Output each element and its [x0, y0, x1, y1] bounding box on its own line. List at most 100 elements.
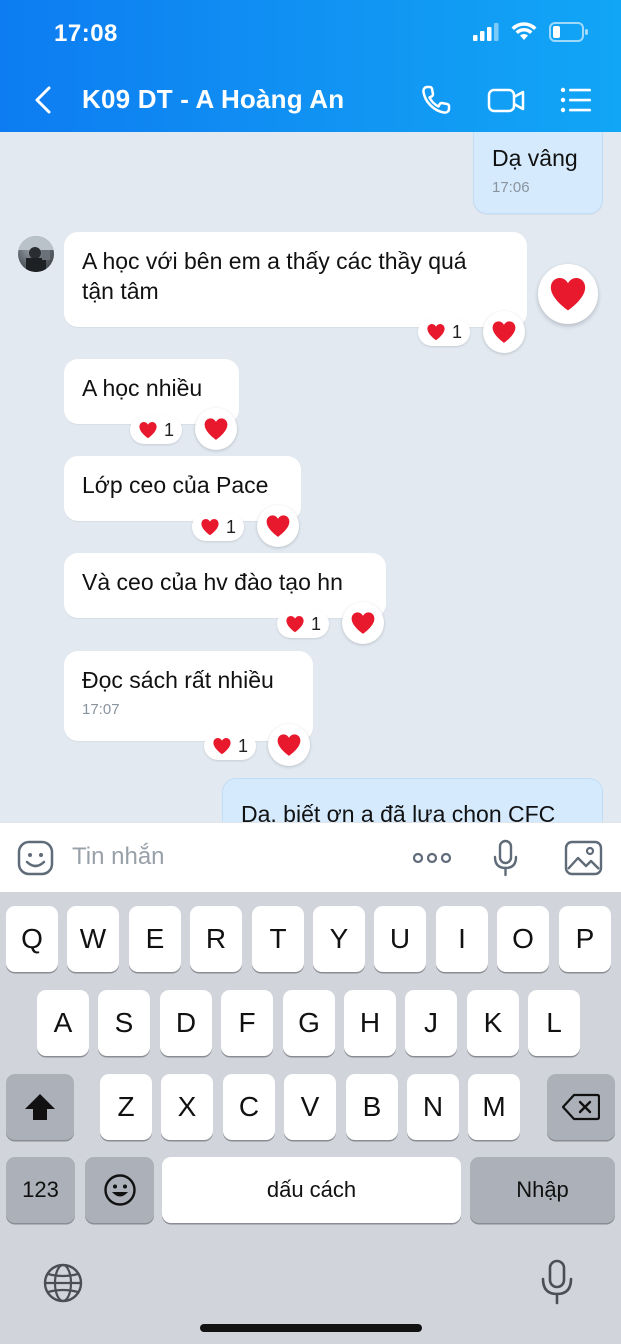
reaction-count: 1	[164, 419, 175, 440]
status-time: 17:08	[54, 20, 118, 47]
react-heart-button[interactable]	[195, 408, 237, 450]
react-heart-button[interactable]	[342, 602, 384, 644]
key-m[interactable]: M	[468, 1074, 520, 1140]
heart-icon	[204, 418, 228, 440]
reaction-count: 1	[238, 735, 249, 756]
message-bubble-mine[interactable]: Dạ, biết ơn a đã lựa chọn CFC	[222, 778, 603, 822]
message-time: 17:06	[492, 179, 530, 196]
message-text: Dạ, biết ơn a đã lựa chọn CFC	[241, 801, 556, 822]
microphone-icon[interactable]	[486, 839, 526, 877]
sticker-icon[interactable]	[16, 839, 56, 877]
avatar[interactable]	[18, 236, 54, 272]
heart-icon	[351, 612, 375, 634]
heart-icon	[213, 737, 231, 755]
reaction-count-badge[interactable]: 1	[418, 318, 471, 346]
chevron-left-icon[interactable]	[30, 84, 58, 116]
status-icons	[473, 22, 589, 42]
title-row: K09 DT - A Hoàng An	[0, 76, 621, 124]
backspace-key[interactable]	[547, 1074, 615, 1140]
globe-icon[interactable]	[42, 1262, 84, 1304]
key-w[interactable]: W	[67, 906, 119, 972]
reaction-count-badge[interactable]: 1	[277, 610, 330, 638]
chat-header: 17:08 K09 DT - A Hoàng An	[0, 0, 621, 132]
signal-icon	[473, 23, 499, 41]
shift-arrow-icon	[25, 1094, 55, 1120]
key-g[interactable]: G	[283, 990, 335, 1056]
key-n[interactable]: N	[407, 1074, 459, 1140]
heart-icon	[201, 518, 219, 536]
image-icon[interactable]	[564, 839, 604, 877]
key-s[interactable]: S	[98, 990, 150, 1056]
key-j[interactable]: J	[405, 990, 457, 1056]
dictation-mic-icon[interactable]	[538, 1258, 576, 1306]
heart-icon	[277, 734, 301, 756]
battery-icon	[549, 22, 588, 42]
react-heart-button[interactable]	[483, 311, 525, 353]
reaction-count: 1	[311, 613, 322, 634]
message-bubble[interactable]: A học với bên em a thấy các thầy quá tận…	[64, 232, 527, 327]
key-x[interactable]: X	[161, 1074, 213, 1140]
key-b[interactable]: B	[346, 1074, 398, 1140]
return-key[interactable]: Nhập	[470, 1157, 615, 1223]
key-f[interactable]: F	[221, 990, 273, 1056]
heart-icon	[139, 421, 157, 439]
emoji-key[interactable]	[85, 1157, 154, 1223]
message-bubble-mine[interactable]: Dạ vâng 17:06	[473, 132, 603, 214]
message-input-bar: Tin nhắn	[0, 822, 621, 892]
message-time: 17:07	[82, 701, 120, 718]
menu-list-icon[interactable]	[556, 82, 596, 118]
react-heart-button[interactable]	[257, 505, 299, 547]
key-z[interactable]: Z	[100, 1074, 152, 1140]
react-heart-button[interactable]	[268, 724, 310, 766]
emoji-icon	[103, 1174, 136, 1206]
reaction-count-badge[interactable]: 1	[192, 513, 245, 541]
reaction-count-badge[interactable]: 1	[130, 416, 183, 444]
message-text-line: tận tâm	[82, 278, 159, 304]
message-bubble[interactable]: Và ceo của hv đào tạo hn	[64, 553, 386, 618]
key-e[interactable]: E	[129, 906, 181, 972]
reaction-picker-heart[interactable]	[538, 264, 598, 324]
key-t[interactable]: T	[252, 906, 304, 972]
key-h[interactable]: H	[344, 990, 396, 1056]
key-p[interactable]: P	[559, 906, 611, 972]
avatar-photo	[18, 236, 54, 272]
key-a[interactable]: A	[37, 990, 89, 1056]
chat-area[interactable]: Dạ vâng 17:06 A học với bên em a thấy cá…	[0, 132, 621, 822]
key-q[interactable]: Q	[6, 906, 58, 972]
key-i[interactable]: I	[436, 906, 488, 972]
video-call-icon[interactable]	[486, 82, 526, 118]
phone-icon[interactable]	[418, 82, 458, 118]
message-text: A học nhiều	[82, 375, 203, 401]
reaction-count: 1	[226, 516, 237, 537]
message-text: Dạ vâng	[492, 145, 578, 171]
heart-icon	[492, 321, 516, 343]
space-key[interactable]: dấu cách	[162, 1157, 461, 1223]
heart-icon	[266, 515, 290, 537]
message-text-line: A học với bên em a thấy các thầy quá	[82, 248, 467, 274]
more-options-icon[interactable]	[411, 839, 453, 877]
backspace-icon	[562, 1093, 600, 1121]
key-c[interactable]: C	[223, 1074, 275, 1140]
keyboard: QWERTYUIOP ASDFGHJKL ZXCVBNM 123 dấu các…	[0, 892, 621, 1344]
key-k[interactable]: K	[467, 990, 519, 1056]
reaction-count: 1	[452, 321, 463, 342]
heart-icon	[427, 323, 445, 341]
numbers-key[interactable]: 123	[6, 1157, 75, 1223]
message-input[interactable]: Tin nhắn	[72, 843, 165, 871]
wifi-icon	[511, 22, 537, 40]
key-r[interactable]: R	[190, 906, 242, 972]
home-indicator	[200, 1324, 422, 1332]
message-text: Lớp ceo của Pace	[82, 472, 269, 498]
reaction-count-badge[interactable]: 1	[204, 732, 257, 760]
message-text: Và ceo của hv đào tạo hn	[82, 569, 343, 595]
chat-title[interactable]: K09 DT - A Hoàng An	[82, 84, 344, 115]
key-y[interactable]: Y	[313, 906, 365, 972]
key-d[interactable]: D	[160, 990, 212, 1056]
key-l[interactable]: L	[528, 990, 580, 1056]
heart-icon	[286, 615, 304, 633]
shift-key[interactable]	[6, 1074, 74, 1140]
key-o[interactable]: O	[497, 906, 549, 972]
key-u[interactable]: U	[374, 906, 426, 972]
key-v[interactable]: V	[284, 1074, 336, 1140]
heart-icon	[550, 277, 586, 311]
